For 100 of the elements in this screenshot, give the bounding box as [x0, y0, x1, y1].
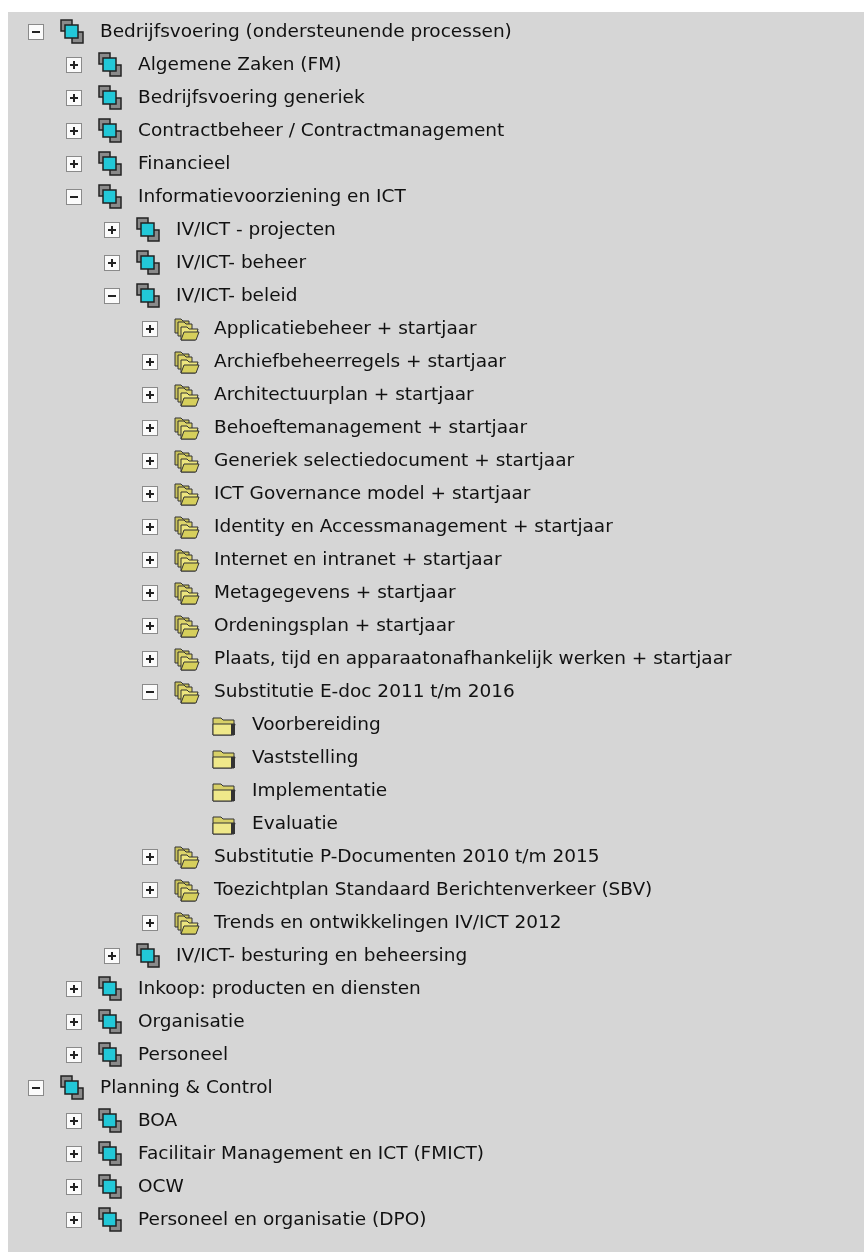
plus-icon: [69, 983, 79, 994]
plus-icon: [107, 950, 117, 961]
tree-item[interactable]: Evaluatie: [252, 812, 338, 835]
tree-item[interactable]: Implementatie: [252, 779, 388, 802]
plus-icon: [69, 59, 79, 70]
plus-icon: [145, 884, 155, 895]
plus-icon: [145, 356, 155, 367]
tree-item[interactable]: Generiek selectiedocument + startjaar: [214, 449, 575, 472]
group-icon: [96, 84, 124, 111]
expand-toggle[interactable]: [142, 551, 158, 568]
tree-item[interactable]: Organisatie: [138, 1010, 245, 1033]
tree-item[interactable]: Planning & Control: [100, 1076, 273, 1099]
group-icon: [96, 51, 124, 78]
group-icon: [96, 1140, 124, 1167]
expand-toggle[interactable]: [66, 1013, 82, 1030]
expand-toggle[interactable]: [142, 584, 158, 601]
tree-item[interactable]: Internet en intranet + startjaar: [214, 548, 502, 571]
collapse-toggle[interactable]: [142, 683, 158, 700]
tree-item[interactable]: Voorbereiding: [252, 713, 381, 736]
expand-toggle[interactable]: [104, 947, 120, 964]
group-icon: [58, 18, 86, 45]
group-icon: [96, 1041, 124, 1068]
expand-toggle[interactable]: [142, 320, 158, 337]
folders-icon: [172, 348, 200, 375]
expand-toggle[interactable]: [66, 1145, 82, 1162]
tree-item[interactable]: Substitutie P-Documenten 2010 t/m 2015: [214, 845, 600, 868]
tree-item[interactable]: Informatievoorziening en ICT: [138, 185, 406, 208]
tree-item[interactable]: Personeel en organisatie (DPO): [138, 1208, 427, 1231]
tree-item[interactable]: Algemene Zaken (FM): [138, 53, 342, 76]
tree-item[interactable]: Bedrijfsvoering generiek: [138, 86, 365, 109]
expand-toggle[interactable]: [142, 650, 158, 667]
tree-item[interactable]: IV/ICT - projecten: [176, 218, 336, 241]
tree-item[interactable]: Facilitair Management en ICT (FMICT): [138, 1142, 485, 1165]
tree-item[interactable]: Behoeftemanagement + startjaar: [214, 416, 528, 439]
tree-item[interactable]: Trends en ontwikkelingen IV/ICT 2012: [214, 911, 562, 934]
tree-item[interactable]: Toezichtplan Standaard Berichtenverkeer (SBV): [214, 878, 653, 901]
plus-icon: [145, 917, 155, 928]
expand-toggle[interactable]: [142, 617, 158, 634]
tree-item[interactable]: IV/ICT- besturing en beheersing: [176, 944, 468, 967]
group-icon: [96, 1173, 124, 1200]
tree-item[interactable]: IV/ICT- beleid: [176, 284, 298, 307]
tree-item[interactable]: Financieel: [138, 152, 231, 175]
collapse-toggle[interactable]: [66, 188, 82, 205]
folders-icon: [172, 480, 200, 507]
expand-toggle[interactable]: [142, 485, 158, 502]
expand-toggle[interactable]: [104, 254, 120, 271]
tree-item[interactable]: Plaats, tijd en apparaatonafhankelijk werken + startjaar: [214, 647, 732, 670]
tree-item[interactable]: ICT Governance model + startjaar: [214, 482, 531, 505]
plus-icon: [145, 587, 155, 598]
expand-toggle[interactable]: [66, 980, 82, 997]
expand-toggle[interactable]: [142, 881, 158, 898]
collapse-toggle[interactable]: [28, 23, 44, 40]
expand-toggle[interactable]: [142, 419, 158, 436]
expand-toggle[interactable]: [142, 353, 158, 370]
expand-toggle[interactable]: [66, 56, 82, 73]
folders-icon: [172, 909, 200, 936]
collapse-toggle[interactable]: [28, 1079, 44, 1096]
tree-item[interactable]: Contractbeheer / Contractmanagement: [138, 119, 505, 142]
expand-toggle[interactable]: [66, 1211, 82, 1228]
group-icon: [134, 216, 162, 243]
tree-item[interactable]: Inkoop: producten en diensten: [138, 977, 421, 1000]
tree-item[interactable]: Bedrijfsvoering (ondersteunende processen): [100, 20, 512, 43]
plus-icon: [145, 389, 155, 400]
tree-item[interactable]: Ordeningsplan + startjaar: [214, 614, 455, 637]
tree-item[interactable]: Metagegevens + startjaar: [214, 581, 456, 604]
expand-toggle[interactable]: [142, 914, 158, 931]
group-icon: [134, 249, 162, 276]
plus-icon: [145, 422, 155, 433]
expand-toggle[interactable]: [142, 452, 158, 469]
plus-icon: [145, 554, 155, 565]
tree-item[interactable]: Archiefbeheerregels + startjaar: [214, 350, 506, 373]
expand-toggle[interactable]: [142, 386, 158, 403]
tree-item[interactable]: Personeel: [138, 1043, 229, 1066]
group-icon: [134, 282, 162, 309]
tree-item[interactable]: Applicatiebeheer + startjaar: [214, 317, 477, 340]
plus-icon: [145, 323, 155, 334]
tree-item[interactable]: Substitutie E-doc 2011 t/m 2016: [214, 680, 515, 703]
expand-toggle[interactable]: [66, 89, 82, 106]
plus-icon: [145, 488, 155, 499]
expand-toggle[interactable]: [142, 518, 158, 535]
folders-icon: [172, 414, 200, 441]
tree-item[interactable]: Identity en Accessmanagement + startjaar: [214, 515, 613, 538]
expand-toggle[interactable]: [66, 1046, 82, 1063]
tree-item[interactable]: OCW: [138, 1175, 184, 1198]
expand-toggle[interactable]: [66, 122, 82, 139]
expand-toggle[interactable]: [66, 155, 82, 172]
tree-item[interactable]: Architectuurplan + startjaar: [214, 383, 474, 406]
collapse-toggle[interactable]: [104, 287, 120, 304]
expand-toggle[interactable]: [66, 1112, 82, 1129]
tree-item[interactable]: Vaststelling: [252, 746, 359, 769]
plus-icon: [145, 455, 155, 466]
expand-toggle[interactable]: [142, 848, 158, 865]
expand-toggle[interactable]: [104, 221, 120, 238]
plus-icon: [69, 1016, 79, 1027]
tree-item[interactable]: BOA: [138, 1109, 178, 1132]
expand-toggle[interactable]: [66, 1178, 82, 1195]
folders-icon: [172, 513, 200, 540]
folders-icon: [172, 315, 200, 342]
plus-icon: [145, 851, 155, 862]
tree-item[interactable]: IV/ICT- beheer: [176, 251, 307, 274]
